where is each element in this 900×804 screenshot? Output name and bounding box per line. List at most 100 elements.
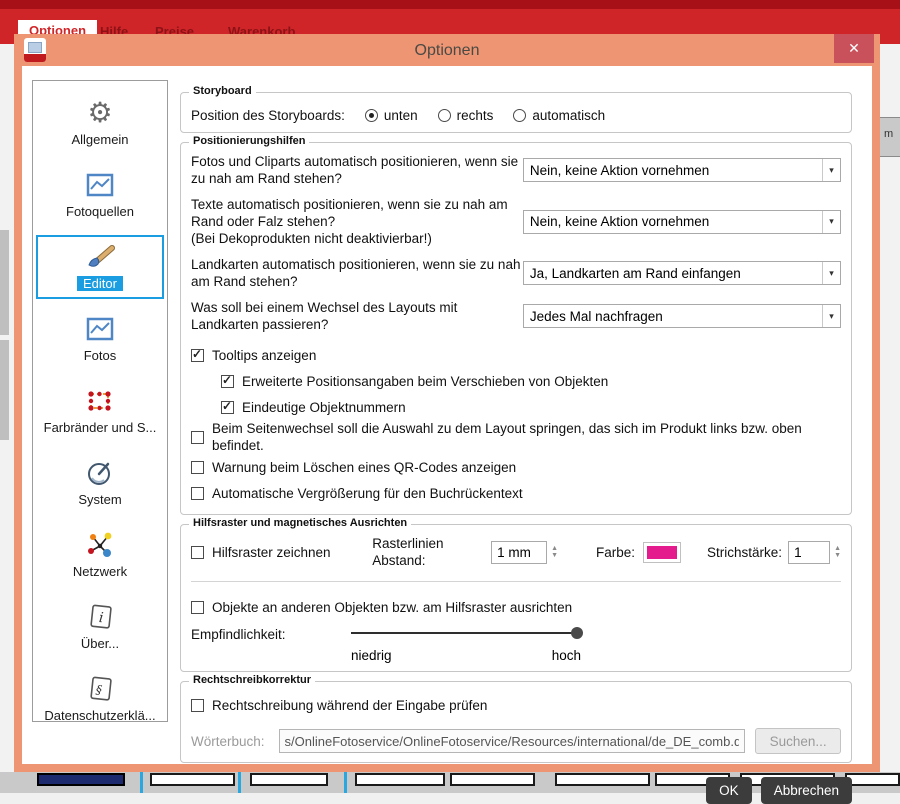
- radio-circle[interactable]: [364, 109, 378, 122]
- checkbox-box[interactable]: ✓: [221, 373, 234, 388]
- checkbox-label: Eindeutige Objektnummern: [242, 399, 406, 415]
- checkbox-buchruecken-vergroesserung[interactable]: ✓ Automatische Vergrößerung für den Buch…: [191, 480, 841, 506]
- sidebar-item-fotoquellen[interactable]: Fotoquellen: [36, 163, 164, 227]
- chevron-down-icon[interactable]: ▾: [822, 159, 840, 181]
- slider-track[interactable]: [351, 632, 581, 634]
- storyboard-position-label: Position des Storyboards:: [191, 108, 345, 123]
- checkbox-label: Automatische Vergrößerung für den Buchrü…: [212, 485, 523, 501]
- gear-icon: ⚙: [87, 97, 113, 128]
- sidebar-item-datenschutz[interactable]: § Datenschutzerklä...: [36, 667, 164, 731]
- sidebar-item-editor[interactable]: Editor: [36, 235, 164, 299]
- checkbox-label: Objekte an anderen Objekten bzw. am Hilf…: [212, 599, 573, 615]
- checkbox-objektnummern[interactable]: ✓ Eindeutige Objektnummern: [221, 394, 841, 420]
- checkbox-qr-warnung[interactable]: ✓ Warnung beim Löschen eines QR-Codes an…: [191, 454, 841, 480]
- checkbox-erweiterte-positionsangaben[interactable]: ✓ Erweiterte Positionsangaben beim Versc…: [221, 368, 841, 394]
- radio-label: rechts: [456, 108, 494, 123]
- sidebar-item-allgemein[interactable]: ⚙ Allgemein: [36, 91, 164, 155]
- ruler-strip: m: [880, 117, 900, 157]
- checkbox-box[interactable]: ✓: [191, 347, 204, 362]
- checkbox-box[interactable]: ✓: [191, 545, 204, 559]
- texte-dropdown[interactable]: Nein, keine Aktion vornehmen ▾: [522, 209, 841, 234]
- slider-max-label: hoch: [551, 648, 581, 663]
- spinner-arrows-icon[interactable]: ▲ ▼: [834, 545, 841, 559]
- close-icon[interactable]: ✕: [834, 34, 874, 63]
- suchen-button[interactable]: Suchen...: [755, 728, 841, 754]
- checkbox-tooltips[interactable]: ✓ Tooltips anzeigen: [191, 342, 841, 368]
- slider-thumb[interactable]: [571, 627, 583, 639]
- empfindlichkeit-label: Empfindlichkeit:: [191, 627, 286, 642]
- sidebar-item-label: Editor: [77, 276, 123, 291]
- checkbox-box[interactable]: ✓: [191, 698, 204, 712]
- checkbox-box[interactable]: ✓: [191, 486, 204, 500]
- sidebar-item-farbraender[interactable]: Farbränder und S...: [36, 379, 164, 443]
- checkbox-box[interactable]: ✓: [191, 460, 204, 474]
- radio-label: unten: [383, 108, 418, 123]
- section-rechtschreibkorrektur: Rechtschreibkorrektur ✓ Rechtschreibung …: [180, 674, 852, 763]
- checkbox-box[interactable]: ✓: [191, 430, 204, 444]
- farbe-label: Farbe:: [596, 544, 636, 560]
- radio-circle[interactable]: [513, 109, 527, 122]
- background-left-panel: [0, 44, 14, 772]
- layoutwechsel-dropdown[interactable]: Jedes Mal nachfragen ▾: [522, 304, 841, 328]
- dialog-title: Optionen: [414, 42, 480, 59]
- sidebar-item-label: Datenschutzerklä...: [44, 708, 156, 723]
- chevron-down-icon[interactable]: ▾: [822, 305, 840, 327]
- question-label: Fotos und Cliparts automatisch positioni…: [191, 154, 519, 186]
- section-legend: Hilfsraster und magnetisches Ausrichten: [189, 517, 412, 529]
- image-icon: [86, 313, 114, 345]
- info-icon: i: [85, 601, 115, 633]
- options-main-panel: Storyboard Position des Storyboards: unt…: [180, 85, 852, 804]
- sidebar-item-label: Über...: [80, 636, 120, 651]
- landkarten-dropdown[interactable]: Ja, Landkarten am Rand einfangen ▾: [522, 261, 841, 285]
- strichstaerke-spinner[interactable]: 1 ▲ ▼: [788, 540, 841, 564]
- strichstaerke-label: Strichstärke:: [707, 544, 783, 560]
- section-legend: Storyboard: [189, 85, 256, 97]
- checkbox-box[interactable]: ✓: [191, 600, 204, 614]
- page-separator: [140, 772, 143, 793]
- ok-button[interactable]: OK: [706, 777, 752, 804]
- dropdown-value: Ja, Landkarten am Rand einfangen: [529, 265, 741, 281]
- checkbox-hilfsraster[interactable]: ✓ Hilfsraster zeichnen: [191, 539, 372, 565]
- radio-unten[interactable]: unten: [364, 107, 418, 124]
- page-thumbnail[interactable]: [37, 773, 125, 786]
- checkbox-label: Erweiterte Positionsangaben beim Verschi…: [242, 373, 609, 389]
- spinner-arrows-icon[interactable]: ▲ ▼: [551, 545, 558, 559]
- sidebar-item-netzwerk[interactable]: Netzwerk: [36, 523, 164, 587]
- radio-automatisch[interactable]: automatisch: [513, 107, 605, 124]
- woerterbuch-path-input[interactable]: [278, 729, 746, 753]
- chevron-down-icon[interactable]: ▾: [822, 210, 840, 233]
- section-legend: Positionierungshilfen: [189, 135, 310, 147]
- section-legend: Rechtschreibkorrektur: [189, 674, 315, 686]
- spinner-value[interactable]: 1: [788, 540, 831, 564]
- question-label: Was soll bei einem Wechsel des Layouts m…: [191, 300, 458, 332]
- page-thumbnail[interactable]: [845, 773, 900, 786]
- checkbox-objekte-ausrichten[interactable]: ✓ Objekte an anderen Objekten bzw. am Hi…: [191, 594, 841, 620]
- abbrechen-button[interactable]: Abbrechen: [760, 777, 852, 804]
- question-label: Landkarten automatisch positionieren, we…: [191, 257, 521, 289]
- section-storyboard: Storyboard Position des Storyboards: unt…: [180, 85, 852, 133]
- radio-label: automatisch: [532, 108, 606, 123]
- spinner-value[interactable]: 1 mm: [491, 540, 548, 564]
- slider-min-label: niedrig: [351, 648, 392, 663]
- options-sidebar: ⚙ Allgemein Fotoquellen Editor Fotos Far…: [32, 80, 168, 723]
- radio-circle[interactable]: [437, 109, 451, 122]
- sidebar-item-label: Farbränder und S...: [43, 420, 157, 435]
- chevron-down-icon[interactable]: ▾: [822, 262, 840, 284]
- paragraph-icon: §: [85, 673, 115, 705]
- checkbox-rechtschreibung[interactable]: ✓ Rechtschreibung während der Eingabe pr…: [191, 692, 841, 718]
- sidebar-item-ueber[interactable]: i Über...: [36, 595, 164, 659]
- color-swatch[interactable]: [643, 541, 682, 563]
- radio-rechts[interactable]: rechts: [437, 107, 494, 124]
- sidebar-item-fotos[interactable]: Fotos: [36, 307, 164, 371]
- checkbox-box[interactable]: ✓: [221, 399, 234, 414]
- abstand-spinner[interactable]: 1 mm ▲ ▼: [491, 540, 558, 564]
- question-label: Texte automatisch positionieren, wenn si…: [191, 197, 508, 246]
- fotos-cliparts-dropdown[interactable]: Nein, keine Aktion vornehmen ▾: [522, 158, 841, 182]
- sidebar-item-label: Fotoquellen: [66, 204, 134, 219]
- sensitivity-slider[interactable]: [351, 626, 583, 640]
- rasterlinien-abstand-label: Rasterlinien Abstand:: [372, 536, 444, 568]
- checkbox-label: Hilfsraster zeichnen: [212, 544, 331, 560]
- checkbox-seitenwechsel[interactable]: ✓ Beim Seitenwechsel soll die Auswahl zu…: [191, 420, 841, 454]
- sidebar-item-system[interactable]: System: [36, 451, 164, 515]
- background-right-panel: m: [880, 44, 900, 772]
